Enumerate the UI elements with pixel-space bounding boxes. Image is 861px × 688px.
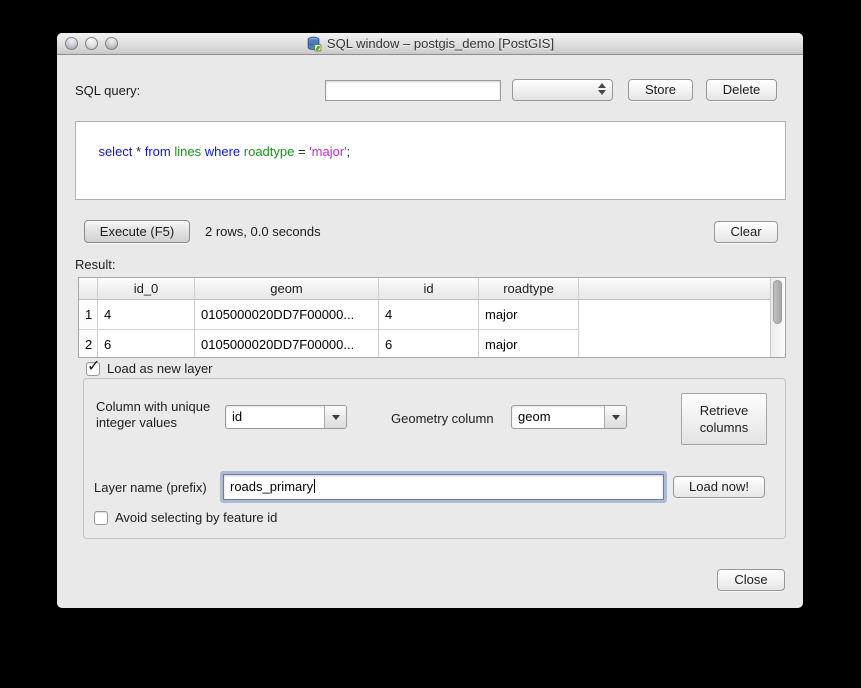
corner-header-cell: [79, 278, 98, 299]
store-button[interactable]: Store: [628, 79, 693, 101]
result-label: Result:: [75, 257, 115, 272]
execute-button[interactable]: Execute (F5): [84, 220, 190, 243]
result-table-header[interactable]: id_0 geom id roadtype: [79, 278, 770, 300]
table-row[interactable]: 2 6 0105000020DD7F00000... 6 major: [79, 330, 579, 357]
checkmark-icon: ✓: [87, 356, 100, 376]
row-number: 1: [79, 300, 98, 329]
header-filler: [579, 278, 770, 299]
cell-geom[interactable]: 0105000020DD7F00000...: [195, 330, 379, 357]
layer-name-input[interactable]: roads_primary: [223, 474, 664, 500]
column-header-roadtype[interactable]: roadtype: [479, 278, 579, 299]
avoid-fid-label: Avoid selecting by feature id: [115, 510, 277, 525]
retrieve-columns-button[interactable]: Retrieve columns: [681, 393, 767, 445]
minimize-window-icon[interactable]: [85, 37, 98, 50]
sql-query-label: SQL query:: [75, 83, 140, 98]
geometry-column-value: geom: [518, 406, 551, 428]
text-caret: [314, 479, 315, 493]
chevron-down-icon[interactable]: [324, 406, 346, 428]
cell-id[interactable]: 4: [379, 300, 479, 329]
cell-id_0[interactable]: 6: [98, 330, 195, 357]
stored-query-dropdown[interactable]: [512, 79, 613, 101]
close-window-icon[interactable]: [65, 37, 78, 50]
scrollbar-thumb[interactable]: [773, 280, 782, 324]
column-header-id[interactable]: id: [379, 278, 479, 299]
load-as-new-layer-label: Load as new layer: [107, 361, 213, 376]
zoom-window-icon[interactable]: [105, 37, 118, 50]
sql-editor[interactable]: select * from lines where roadtype = 'ma…: [75, 121, 786, 200]
unique-column-value: id: [232, 406, 242, 428]
cell-id[interactable]: 6: [379, 330, 479, 357]
layer-name-label: Layer name (prefix): [94, 480, 207, 495]
titlebar[interactable]: SQL window – postgis_demo [PostGIS]: [57, 33, 803, 55]
load-as-new-layer-checkbox[interactable]: ✓ Load as new layer: [86, 361, 213, 376]
unique-column-combobox[interactable]: id: [225, 405, 347, 429]
avoid-fid-checkbox[interactable]: ✓ Avoid selecting by feature id: [94, 510, 277, 525]
column-header-geom[interactable]: geom: [195, 278, 379, 299]
sql-code-line: select * from lines where roadtype = 'ma…: [98, 144, 350, 159]
load-options-groupbox: Column with unique integer values id Geo…: [83, 378, 786, 539]
cell-id_0[interactable]: 4: [98, 300, 195, 329]
close-button[interactable]: Close: [717, 569, 785, 591]
result-table[interactable]: id_0 geom id roadtype 1 4 0105000020DD7F…: [78, 277, 786, 358]
load-now-button[interactable]: Load now!: [673, 476, 765, 498]
vertical-scrollbar[interactable]: [770, 278, 785, 357]
sql-window: SQL window – postgis_demo [PostGIS] SQL …: [57, 33, 803, 608]
unique-column-label: Column with unique integer values: [96, 399, 231, 431]
result-status-text: 2 rows, 0.0 seconds: [205, 224, 321, 239]
cell-roadtype[interactable]: major: [479, 300, 579, 329]
popup-stepper-icon: [598, 83, 606, 95]
delete-button[interactable]: Delete: [706, 79, 777, 101]
table-row[interactable]: 1 4 0105000020DD7F00000... 4 major: [79, 300, 579, 330]
geometry-column-label: Geometry column: [391, 411, 494, 426]
cell-roadtype[interactable]: major: [479, 330, 579, 357]
cell-geom[interactable]: 0105000020DD7F00000...: [195, 300, 379, 329]
row-number: 2: [79, 330, 98, 357]
layer-name-value: roads_primary: [230, 479, 313, 494]
geometry-column-combobox[interactable]: geom: [511, 405, 627, 429]
query-name-input[interactable]: [325, 80, 501, 101]
chevron-down-icon[interactable]: [604, 406, 626, 428]
column-header-id_0[interactable]: id_0: [98, 278, 195, 299]
database-icon: [306, 36, 322, 52]
window-title: SQL window – postgis_demo [PostGIS]: [327, 36, 554, 51]
clear-button[interactable]: Clear: [714, 221, 778, 243]
